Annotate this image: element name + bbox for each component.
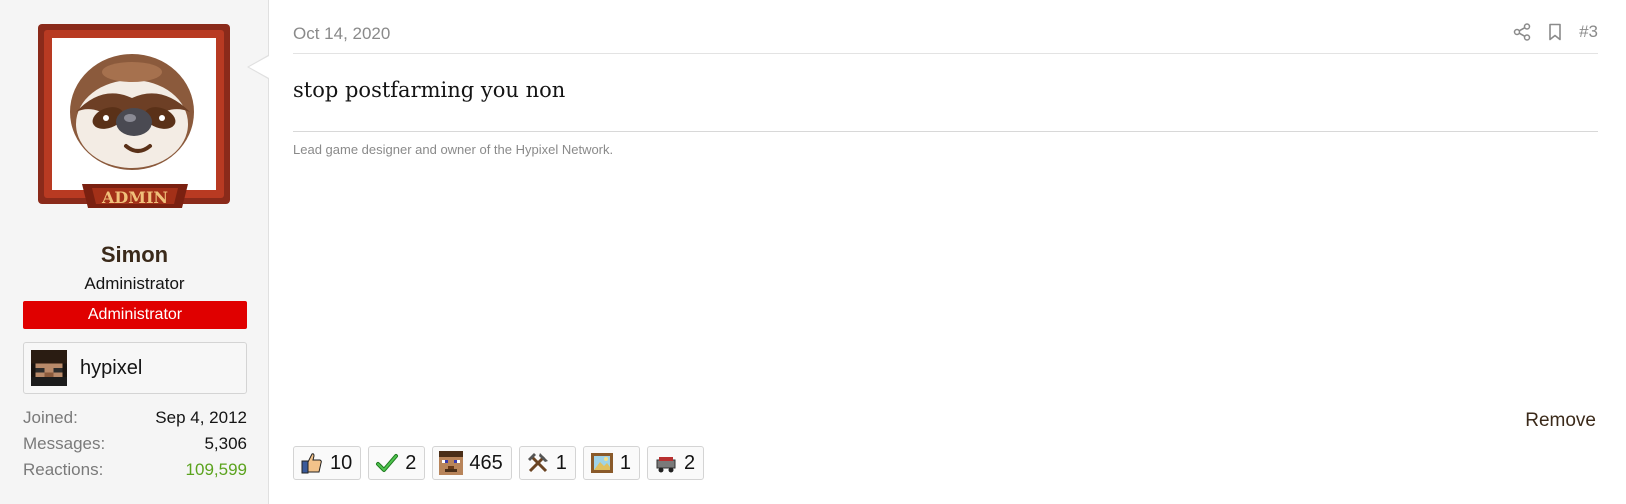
user-banner: Administrator bbox=[23, 301, 247, 329]
crossed-tools-icon bbox=[527, 453, 548, 473]
avatar[interactable]: ADMIN bbox=[32, 20, 238, 220]
user-cell: ADMIN Simon Administrator Administrator … bbox=[0, 0, 269, 504]
post-number-link[interactable]: #3 bbox=[1579, 22, 1598, 42]
minecraft-face-icon bbox=[439, 451, 464, 475]
reaction-face[interactable]: 465 bbox=[432, 446, 512, 480]
reaction-agree[interactable]: 2 bbox=[368, 446, 426, 480]
user-title: Administrator bbox=[84, 274, 185, 293]
minecraft-ign-box: hypixel bbox=[23, 342, 247, 394]
message-body: stop postfarming you non bbox=[293, 78, 566, 102]
forum-post: ADMIN Simon Administrator Administrator … bbox=[0, 0, 1626, 504]
reaction-painting[interactable]: 1 bbox=[582, 446, 640, 480]
reaction-count: 10 bbox=[330, 451, 353, 474]
reactions-bar: 10 2 465 1 1 2 bbox=[293, 446, 705, 480]
post-actions: #3 bbox=[1513, 22, 1598, 42]
reaction-count: 465 bbox=[469, 451, 503, 474]
message-cell: Oct 14, 2020 #3 stop postfarming you non bbox=[269, 0, 1626, 504]
signature-divider bbox=[293, 131, 1598, 132]
minecraft-head-icon bbox=[31, 350, 67, 386]
share-icon[interactable] bbox=[1513, 23, 1531, 41]
bookmark-icon[interactable] bbox=[1547, 23, 1563, 41]
reaction-count: 1 bbox=[555, 451, 567, 474]
reaction-like[interactable]: 10 bbox=[293, 446, 362, 480]
stat-joined: Joined: Sep 4, 2012 bbox=[23, 408, 247, 427]
avatar-frame-text: ADMIN bbox=[101, 188, 168, 207]
remove-reaction-link[interactable]: Remove bbox=[1525, 410, 1596, 432]
user-stats: Joined: Sep 4, 2012 Messages: 5,306 Reac… bbox=[23, 405, 247, 483]
sloth-admin-avatar: ADMIN bbox=[38, 24, 230, 208]
reaction-count: 1 bbox=[619, 451, 631, 474]
stat-reactions: Reactions: 109,599 bbox=[23, 460, 247, 479]
checkmark-icon bbox=[376, 454, 399, 472]
stat-messages: Messages: 5,306 bbox=[23, 434, 247, 453]
minecart-icon bbox=[656, 457, 676, 473]
reaction-tools[interactable]: 1 bbox=[518, 446, 576, 480]
reaction-minecart[interactable]: 2 bbox=[647, 446, 705, 480]
signature: Lead game designer and owner of the Hypi… bbox=[293, 142, 614, 157]
reaction-count: 2 bbox=[405, 451, 417, 474]
reaction-count: 2 bbox=[684, 451, 696, 474]
thumbs-up-icon bbox=[301, 453, 322, 474]
header-divider bbox=[293, 53, 1598, 54]
painting-icon bbox=[590, 453, 613, 473]
minecraft-ign: hypixel bbox=[80, 356, 143, 379]
post-date[interactable]: Oct 14, 2020 bbox=[293, 24, 390, 44]
username[interactable]: Simon bbox=[0, 242, 269, 268]
